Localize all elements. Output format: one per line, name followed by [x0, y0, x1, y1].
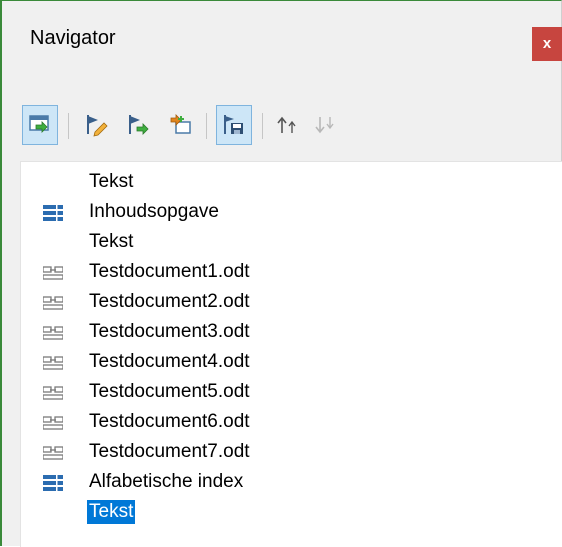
tree-item-label: Testdocument3.odt: [89, 321, 250, 342]
move-up-icon: [277, 116, 296, 133]
move-up-button[interactable]: [270, 105, 306, 145]
tree-item-label: Testdocument7.odt: [89, 441, 250, 462]
toolbar-separator: [68, 113, 69, 139]
tree-item[interactable]: Tekst: [21, 168, 561, 198]
navigator-toolbar: [22, 105, 542, 149]
tree-item[interactable]: Testdocument1.odt: [21, 258, 561, 288]
tree-item[interactable]: Testdocument4.odt: [21, 348, 561, 378]
save-contents-button[interactable]: [216, 105, 252, 145]
insert-icon: [170, 114, 191, 134]
tree-item-label: Tekst: [89, 231, 134, 252]
window-title: Navigator: [30, 27, 116, 49]
tree-item-label: Testdocument1.odt: [89, 261, 250, 282]
tree-item-label: Inhoudsopgave: [89, 201, 219, 222]
tree-item[interactable]: Inhoudsopgave: [21, 198, 561, 228]
move-down-button[interactable]: [308, 105, 344, 145]
tree-item[interactable]: Testdocument7.odt: [21, 438, 561, 468]
index-icon: [43, 205, 63, 221]
tree-item-label: Testdocument5.odt: [89, 381, 250, 402]
update-button[interactable]: [120, 105, 156, 145]
navigate-icon: [29, 115, 49, 133]
title-bar[interactable]: Navigator x: [2, 1, 562, 89]
link-icon: [43, 296, 63, 310]
link-icon: [43, 356, 63, 370]
move-down-icon: [315, 117, 334, 134]
toolbar-separator: [206, 113, 207, 139]
tree-item-label: Testdocument6.odt: [89, 411, 250, 432]
tree-item-selected[interactable]: Tekst: [21, 498, 561, 528]
tree-item[interactable]: Testdocument2.odt: [21, 288, 561, 318]
close-button[interactable]: x: [532, 27, 562, 61]
insert-button[interactable]: [162, 105, 198, 145]
navigator-window: Navigator x Tekst Inhoudsopgave Tekst Te…: [0, 0, 562, 547]
tree-item-label: Alfabetische index: [89, 471, 244, 492]
link-icon: [43, 446, 63, 460]
content-tree[interactable]: Tekst Inhoudsopgave Tekst Testdocument1.…: [20, 161, 562, 547]
edit-icon: [87, 115, 108, 137]
tree-item-label: Tekst: [87, 500, 136, 524]
save-contents-icon: [224, 115, 243, 134]
tree-item-label: Testdocument2.odt: [89, 291, 250, 312]
tree-item[interactable]: Alfabetische index: [21, 468, 561, 498]
tree-item[interactable]: Testdocument5.odt: [21, 378, 561, 408]
link-icon: [43, 416, 63, 430]
tree-item[interactable]: Testdocument6.odt: [21, 408, 561, 438]
navigate-button[interactable]: [22, 105, 58, 145]
tree-item-label: Testdocument4.odt: [89, 351, 250, 372]
link-icon: [43, 326, 63, 340]
update-icon: [129, 115, 149, 135]
link-icon: [43, 386, 63, 400]
link-icon: [43, 266, 63, 280]
tree-item[interactable]: Tekst: [21, 228, 561, 258]
index-icon: [43, 475, 63, 491]
toolbar-separator: [262, 113, 263, 139]
tree-item[interactable]: Testdocument3.odt: [21, 318, 561, 348]
edit-button[interactable]: [78, 105, 114, 145]
tree-item-label: Tekst: [89, 171, 134, 192]
